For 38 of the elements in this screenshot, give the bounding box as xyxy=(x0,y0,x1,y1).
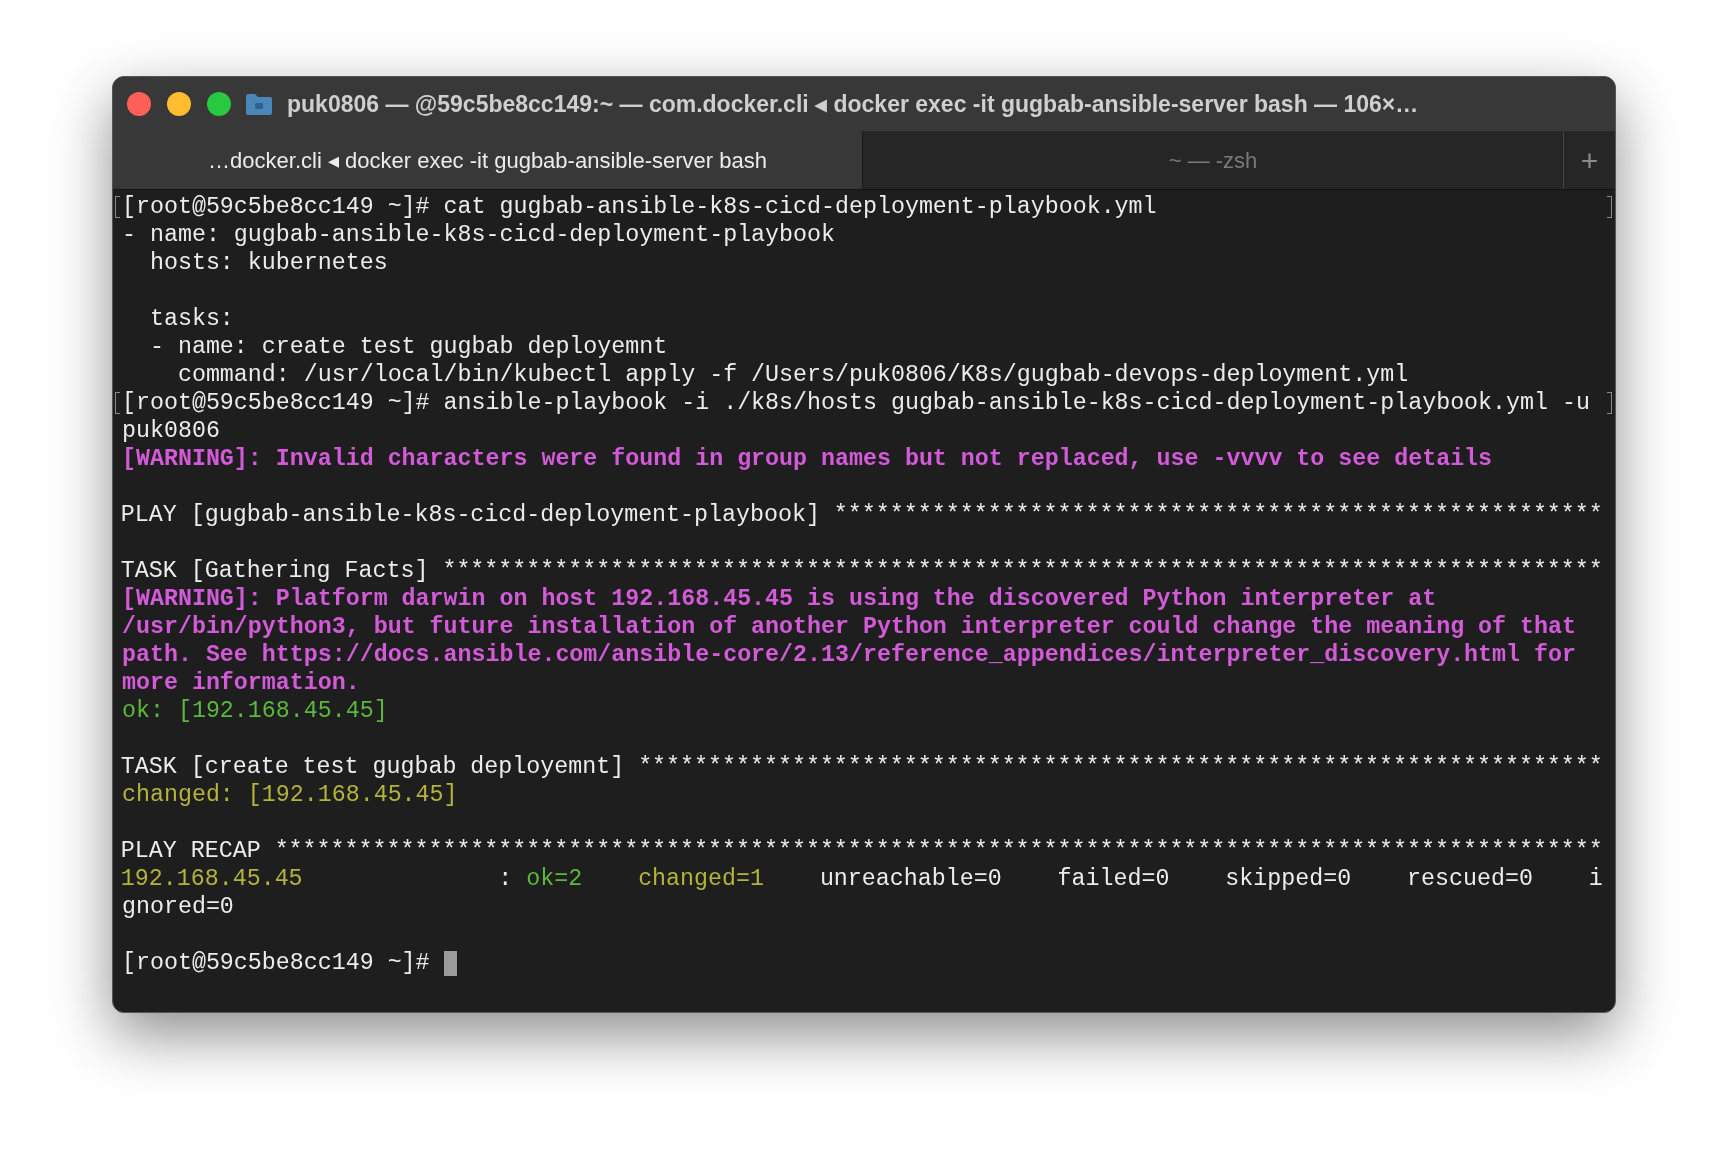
terminal-line: [WARNING]: Invalid characters were found in group names but not replaced, use -vvvv to see details xyxy=(122,444,1493,474)
terminal-line: path. See https://docs.ansible.com/ansible-core/2.13/reference_appendices/interpreter_discovery.html for xyxy=(122,640,1576,670)
terminal-line: hosts: kubernetes xyxy=(148,248,388,278)
terminal-line: TASK [create test gugbab deployemnt] ********************************************************************* xyxy=(120,752,1603,782)
zoom-button[interactable] xyxy=(207,92,231,116)
line-mark-icon xyxy=(1607,196,1612,218)
new-tab-button[interactable]: + xyxy=(1563,131,1615,189)
terminal-line: gnored=0 xyxy=(122,892,234,922)
terminal-line: TASK [Gathering Facts] *********************************************************************************** xyxy=(120,556,1603,586)
terminal-line: tasks: xyxy=(148,304,234,334)
tab[interactable]: ~ — -zsh xyxy=(862,131,1563,189)
terminal-line: - name: create test gugbab deployemnt xyxy=(148,332,668,362)
terminal-line: PLAY [gugbab-ansible-k8s-cicd-deployment-playbook] ******************************************************* xyxy=(120,500,1603,530)
terminal-line: [WARNING]: Platform darwin on host 192.168.45.45 is using the discovered Python interpreter at xyxy=(122,584,1437,614)
terminal-line: more information. xyxy=(122,668,360,698)
terminal-line: [root@59c5be8cc149 ~]# xyxy=(122,948,431,978)
line-mark-icon xyxy=(115,392,120,414)
terminal-line: command: /usr/local/bin/kubectl apply -f /Users/puk0806/K8s/gugbab-devops-deployment.yml xyxy=(176,360,1409,390)
terminal-line: [root@59c5be8cc149 ~]# cat gugbab-ansible-k8s-cicd-deployment-playbook.yml xyxy=(122,192,1157,222)
terminal-line: puk0806 xyxy=(122,416,220,446)
terminal-line: [root@59c5be8cc149 ~]# ansible-playbook -i ./k8s/hosts gugbab-ansible-k8s-cicd-deployment-playbook.yml -u xyxy=(122,388,1590,418)
recap-text: ok=2 xyxy=(526,864,584,894)
recap-text: changed=1 xyxy=(638,864,764,894)
close-button[interactable] xyxy=(127,92,151,116)
recap-text: unreachable=0 failed=0 skipped=0 rescued=0 i xyxy=(818,864,1603,894)
terminal-line: - name: gugbab-ansible-k8s-cicd-deployment-playbook xyxy=(122,220,835,250)
terminal-line: changed: [192.168.45.45] xyxy=(122,780,458,810)
line-mark-icon xyxy=(1607,392,1612,414)
folder-icon xyxy=(245,92,273,116)
line-mark-icon xyxy=(115,196,120,218)
terminal-line: /usr/bin/python3, but future installation of another Python interpreter could change the meaning of that xyxy=(122,612,1576,642)
tab[interactable]: …docker.cli ◂ docker exec -it gugbab-ansible-server bash xyxy=(113,131,862,189)
window-title: puk0806 — @59c5be8cc149:~ — com.docker.cli ◂ docker exec -it gugbab-ansible-server bash — 106×… xyxy=(287,89,1419,119)
recap-text: : xyxy=(497,864,514,894)
minimize-button[interactable] xyxy=(167,92,191,116)
terminal-line: ok: [192.168.45.45] xyxy=(122,696,388,726)
terminal-line: PLAY RECAP *********************************************************************************************** xyxy=(120,836,1603,866)
recap-text: 192.168.45.45 xyxy=(120,864,303,894)
